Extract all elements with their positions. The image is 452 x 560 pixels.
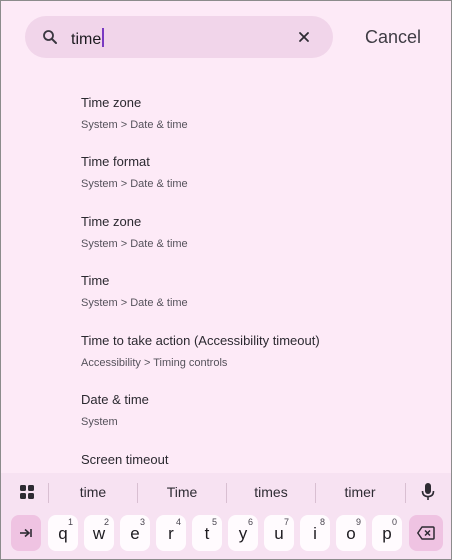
search-result[interactable]: Time to take action (Accessibility timeo… (81, 333, 320, 370)
key-letter: w (92, 524, 106, 543)
text-caret (102, 28, 105, 47)
key-w[interactable]: w 2 (84, 515, 114, 551)
search-input[interactable]: time (71, 28, 105, 49)
search-icon (43, 30, 57, 44)
key-e[interactable]: e 3 (120, 515, 150, 551)
search-result[interactable]: Date & time System (81, 392, 149, 429)
key-letter: t (204, 524, 210, 543)
key-u[interactable]: u 7 (264, 515, 294, 551)
settings-search-screen: time Cancel Time zone System > Date & ti… (0, 0, 452, 560)
on-screen-keyboard: time Time times timer q 1 w 2 e 3 r 4 t … (1, 473, 451, 559)
result-path: System > Date & time (81, 238, 188, 250)
key-number-hint: 4 (175, 517, 181, 527)
key-number-hint: 3 (139, 517, 145, 527)
result-path: Accessibility > Timing controls (81, 357, 228, 369)
result-title: Time zone (81, 214, 142, 229)
suggestion[interactable]: time (49, 484, 137, 500)
result-path: System > Date & time (81, 178, 188, 190)
key-letter: i (313, 524, 317, 543)
cancel-button[interactable]: Cancel (365, 27, 421, 47)
result-path: System > Date & time (81, 297, 188, 309)
clear-icon[interactable] (297, 30, 311, 44)
key-p[interactable]: p 0 (372, 515, 402, 551)
key-letter: u (274, 524, 284, 543)
key-letter: p (382, 524, 392, 543)
key-number-hint: 8 (319, 517, 325, 527)
suggestion[interactable]: timer (316, 484, 404, 500)
key-q[interactable]: q 1 (48, 515, 78, 551)
divider (405, 483, 406, 503)
search-result[interactable]: Time format System > Date & time (81, 154, 188, 191)
key-number-hint: 2 (103, 517, 109, 527)
tab-key[interactable] (11, 515, 41, 551)
result-title: Date & time (81, 392, 149, 407)
key-y[interactable]: y 6 (228, 515, 258, 551)
result-title: Screen timeout (81, 452, 169, 467)
result-path: System > Date & time (81, 119, 188, 131)
suggestion[interactable]: Time (138, 484, 226, 500)
result-title: Time to take action (Accessibility timeo… (81, 333, 320, 348)
key-letter: o (346, 524, 356, 543)
backspace-key[interactable] (409, 515, 443, 551)
key-t[interactable]: t 5 (192, 515, 222, 551)
key-i[interactable]: i 8 (300, 515, 330, 551)
apps-grid-icon[interactable] (20, 485, 34, 499)
key-number-hint: 9 (355, 517, 361, 527)
mic-icon[interactable] (421, 483, 435, 501)
key-letter: r (168, 524, 174, 543)
suggestion-strip: time Time times timer (1, 473, 451, 513)
tab-icon (20, 528, 32, 538)
key-o[interactable]: o 9 (336, 515, 366, 551)
key-r[interactable]: r 4 (156, 515, 186, 551)
key-letter: q (58, 524, 68, 543)
result-title: Time format (81, 154, 150, 169)
result-path: System (81, 416, 118, 428)
key-number-hint: 0 (391, 517, 397, 527)
key-number-hint: 7 (283, 517, 289, 527)
suggestion[interactable]: times (227, 484, 315, 500)
key-letter: y (238, 524, 248, 543)
key-letter: e (130, 524, 140, 543)
result-title: Time (81, 273, 110, 288)
search-query: time (71, 31, 102, 48)
backspace-icon (417, 526, 435, 540)
key-number-hint: 5 (211, 517, 217, 527)
key-number-hint: 1 (67, 517, 73, 527)
result-title: Time zone (81, 95, 142, 110)
search-bar[interactable]: time (25, 16, 333, 58)
search-result[interactable]: Time System > Date & time (81, 273, 188, 310)
key-number-hint: 6 (247, 517, 253, 527)
search-result[interactable]: Time zone System > Date & time (81, 214, 188, 251)
search-result[interactable]: Screen timeout (81, 452, 168, 468)
search-result[interactable]: Time zone System > Date & time (81, 95, 188, 132)
